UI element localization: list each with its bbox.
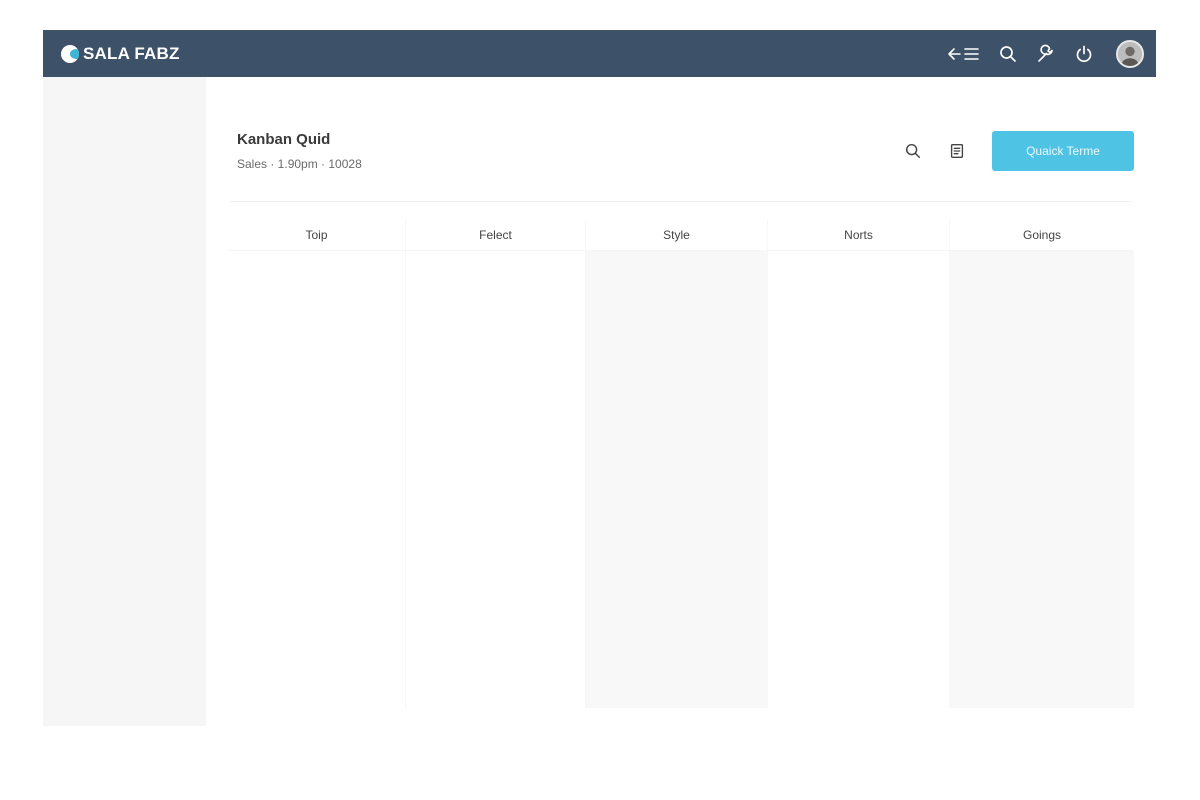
search-icon[interactable] [996,42,1020,66]
kanban-column: Goings [950,220,1134,708]
column-body[interactable] [406,251,585,708]
column-header[interactable]: Goings [950,220,1134,251]
kanban-column: Felect [406,220,586,708]
document-icon[interactable] [944,138,970,164]
back-menu-icon[interactable] [946,42,982,66]
column-header[interactable]: Toip [228,220,405,251]
page-title: Kanban Quid [237,131,331,148]
column-header[interactable]: Style [586,220,767,251]
board-search-icon[interactable] [900,138,926,164]
column-body[interactable] [950,251,1134,708]
top-navigation-bar: SALA FABZ [43,30,1156,77]
board-actions: Quaick Terme [900,131,1134,171]
column-body[interactable] [768,251,949,708]
board-subtitle: Sales · 1.90pm · 10028 [237,157,362,171]
column-body[interactable] [586,251,767,708]
app-window: SALA FABZ Kanban Quid Sales · 1.90pm · 1… [43,30,1156,726]
sidebar [43,77,206,726]
brand[interactable]: SALA FABZ [61,44,180,64]
user-avatar[interactable] [1116,39,1144,68]
power-icon[interactable] [1072,42,1096,66]
column-header[interactable]: Norts [768,220,949,251]
topbar-actions [946,39,1144,68]
kanban-column: Toip [228,220,406,708]
brand-logo-icon [61,44,79,63]
kanban-board: Toip Felect Style Norts Goings [228,220,1134,708]
brand-name: SALA FABZ [83,43,180,63]
kanban-column: Style [586,220,768,708]
kanban-column: Norts [768,220,950,708]
wrench-icon[interactable] [1034,42,1058,66]
main-content: Kanban Quid Sales · 1.90pm · 10028 Quaic… [206,77,1156,726]
primary-action-button[interactable]: Quaick Terme [992,131,1134,171]
header-divider [230,201,1132,202]
column-header[interactable]: Felect [406,220,585,251]
column-body[interactable] [228,251,405,708]
